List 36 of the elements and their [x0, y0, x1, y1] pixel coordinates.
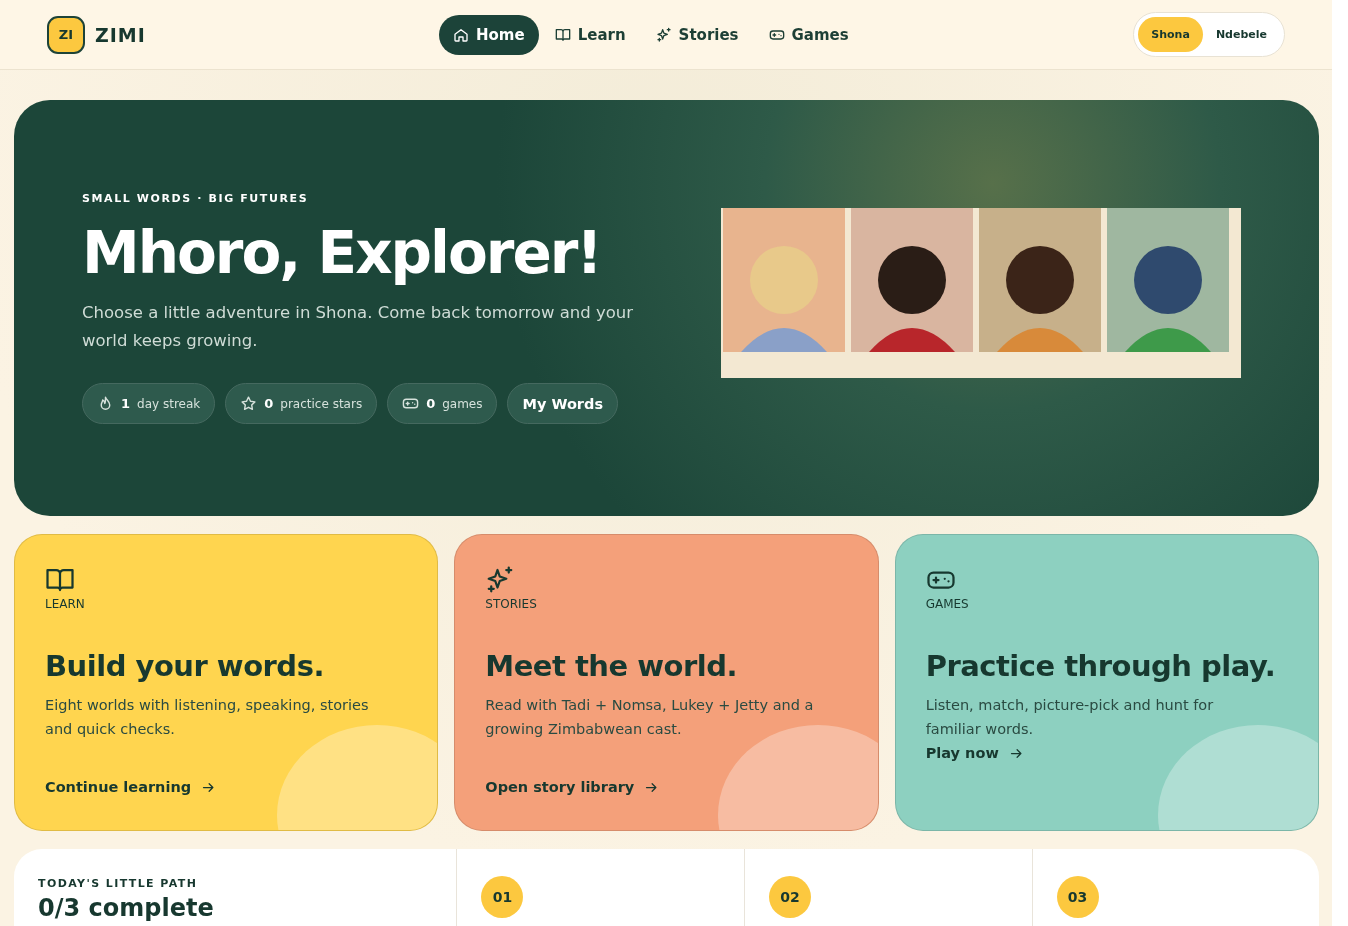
card-tag: STORIES — [485, 597, 848, 611]
card-text: Listen, match, picture-pick and hunt for familiar words. — [925, 696, 1215, 739]
hero-eyebrow: SMALL WORDS · BIG FUTURES — [82, 192, 310, 205]
nav-tab[interactable]: Learn — [540, 14, 640, 55]
card-link[interactable]: Open story library — [485, 779, 848, 795]
step-number: 02 — [769, 876, 811, 918]
nav-tab[interactable]: Home — [439, 14, 539, 55]
path-title: 0/3 complete — [38, 894, 215, 922]
stat-chip: 1 day streak — [82, 383, 216, 424]
card-title: Build your words. — [45, 648, 325, 685]
my-words-button[interactable]: My Words — [507, 383, 618, 424]
card-title: Practice through play. — [925, 648, 1277, 685]
card-text: Eight worlds with listening, speaking, stories and quick checks. — [45, 696, 370, 739]
card-tag: GAMES — [925, 597, 1288, 611]
logo-badge[interactable]: ZI — [47, 15, 85, 54]
path-eyebrow: TODAY'S LITTLE PATH — [38, 877, 199, 890]
brand-name[interactable]: ZIMI — [95, 23, 146, 46]
card-tag: LEARN — [45, 597, 408, 611]
star-icon — [240, 395, 258, 412]
hero-title: Mhoro, Explorer! — [82, 218, 602, 289]
nav-tab[interactable]: Stories — [641, 14, 753, 55]
card-link[interactable]: Continue learning — [45, 779, 408, 795]
step-number: 01 — [481, 876, 524, 918]
card-link[interactable]: Play now — [925, 745, 1288, 761]
step-number: 03 — [1056, 876, 1099, 918]
language-option[interactable]: Ndebele — [1202, 17, 1280, 52]
sparkle-icon — [655, 26, 672, 43]
language-option[interactable]: Shona — [1138, 17, 1203, 52]
stat-chip: 0 practice stars — [225, 383, 378, 424]
hero-description: Choose a little adventure in Shona. Come back tomorrow and your world keeps growing. — [82, 302, 635, 352]
nav-tab[interactable]: Games — [754, 14, 863, 55]
stat-chip: 0 games — [387, 383, 498, 424]
home-icon — [453, 26, 469, 43]
card-title: Meet the world. — [485, 648, 738, 685]
book-icon — [554, 26, 571, 43]
card-text: Read with Tadi + Nomsa, Lukey + Jetty and a growing Zimbabwean cast. — [485, 696, 815, 739]
